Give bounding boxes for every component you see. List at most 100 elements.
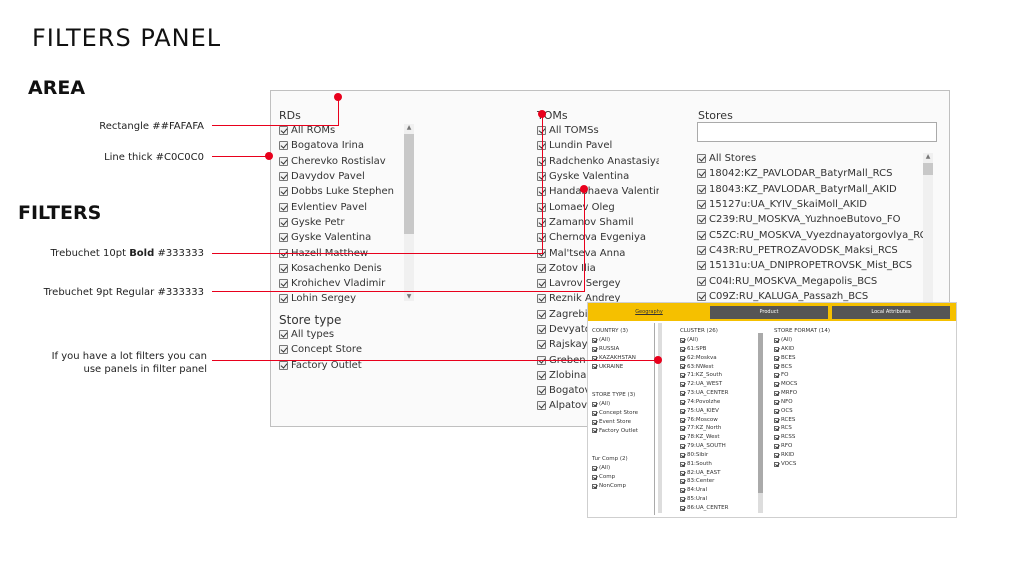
checkbox[interactable] <box>680 417 685 423</box>
checkbox[interactable] <box>697 230 706 240</box>
checkbox[interactable] <box>774 408 779 414</box>
checkbox[interactable] <box>774 355 779 361</box>
list-item[interactable]: C5ZC:RU_MOSKVA_Vyezdnayatorgovlya_RCES <box>697 227 927 242</box>
checkbox[interactable] <box>774 426 779 432</box>
checkbox[interactable] <box>680 408 685 414</box>
list-item[interactable]: (All) <box>592 464 626 473</box>
list-item[interactable]: Gyske Petr <box>279 215 399 230</box>
checkbox[interactable] <box>680 364 685 370</box>
checkbox[interactable] <box>774 444 779 450</box>
list-item[interactable]: RCSS <box>774 433 797 442</box>
checkbox[interactable] <box>279 360 288 370</box>
list-item[interactable]: 81:South <box>680 460 728 469</box>
list-item[interactable]: KAZAKHSTAN <box>592 354 636 363</box>
checkbox[interactable] <box>680 373 685 379</box>
checkbox[interactable] <box>774 346 779 352</box>
checkbox[interactable] <box>592 337 597 343</box>
list-item[interactable]: (All) <box>592 336 636 345</box>
checkbox[interactable] <box>680 435 685 441</box>
checkbox[interactable] <box>279 279 288 289</box>
checkbox[interactable] <box>592 428 597 434</box>
stores-scroll-thumb[interactable] <box>923 163 933 175</box>
list-item[interactable]: Cherevko Rostislav <box>279 154 399 169</box>
checkbox[interactable] <box>592 465 597 471</box>
checkbox[interactable] <box>774 452 779 458</box>
list-item[interactable]: 72:UA_WEST <box>680 380 728 389</box>
checkbox[interactable] <box>592 346 597 352</box>
list-item[interactable]: MOCS <box>774 380 797 389</box>
checkbox[interactable] <box>680 355 685 361</box>
checkbox[interactable] <box>680 505 685 511</box>
list-item[interactable]: Lohin Sergey <box>279 291 399 306</box>
checkbox[interactable] <box>279 263 288 273</box>
list-item[interactable]: BCS <box>774 363 797 372</box>
checkbox[interactable] <box>680 497 685 503</box>
list-item[interactable]: 75:UA_KIEV <box>680 407 728 416</box>
stores-scrollbar[interactable]: ▲ <box>923 153 933 303</box>
list-item[interactable]: Dobbs Luke Stephen <box>279 184 399 199</box>
checkbox[interactable] <box>592 364 597 370</box>
list-item[interactable]: MRFO <box>774 389 797 398</box>
list-item[interactable]: 18043:KZ_PAVLODAR_BatyrMall_AKID <box>697 182 927 197</box>
checkbox[interactable] <box>774 337 779 343</box>
list-item[interactable]: Gyske Valentina <box>279 230 399 245</box>
cluster-scrollbar[interactable] <box>758 333 763 513</box>
overlay-scrollbar-1[interactable] <box>658 323 662 513</box>
list-item[interactable]: RUSSIA <box>592 345 636 354</box>
list-item[interactable]: AKID <box>774 345 797 354</box>
list-item[interactable]: 86:UA_CENTER <box>680 504 728 513</box>
checkbox[interactable] <box>697 215 706 225</box>
checkbox[interactable] <box>680 337 685 343</box>
scroll-down-icon[interactable]: ▼ <box>404 293 414 301</box>
checkbox[interactable] <box>697 200 706 210</box>
list-item[interactable]: BCES <box>774 354 797 363</box>
list-item[interactable]: (All) <box>592 400 638 409</box>
list-item[interactable]: 63:NWest <box>680 363 728 372</box>
checkbox[interactable] <box>680 461 685 467</box>
list-item[interactable]: RCS <box>774 424 797 433</box>
list-item[interactable]: RKID <box>774 451 797 460</box>
list-item[interactable]: 76:Moscow <box>680 416 728 425</box>
checkbox[interactable] <box>279 345 288 355</box>
checkbox[interactable] <box>279 156 288 166</box>
checkbox[interactable] <box>774 373 779 379</box>
checkbox[interactable] <box>592 474 597 480</box>
list-item[interactable]: NFO <box>774 398 797 407</box>
checkbox[interactable] <box>697 169 706 179</box>
stores-scroll-up-icon[interactable]: ▲ <box>923 153 933 161</box>
list-item[interactable]: 84:Ural <box>680 486 728 495</box>
checkbox[interactable] <box>279 202 288 212</box>
list-item[interactable]: Concept Store <box>592 409 638 418</box>
list-item[interactable]: C04I:RU_MOSKVA_Megapolis_BCS <box>697 273 927 288</box>
list-item[interactable]: (All) <box>774 336 797 345</box>
list-item[interactable]: All types <box>279 327 399 342</box>
checkbox[interactable] <box>537 325 546 334</box>
list-item[interactable]: Kosachenko Denis <box>279 261 399 276</box>
checkbox[interactable] <box>279 187 288 197</box>
checkbox[interactable] <box>680 390 685 396</box>
checkbox[interactable] <box>774 417 779 423</box>
list-item[interactable]: RFO <box>774 442 797 451</box>
cluster-scroll-thumb[interactable] <box>758 333 763 493</box>
list-item[interactable]: Bogatova Irina <box>279 138 399 153</box>
list-item[interactable]: All TOMSs <box>537 123 659 138</box>
tab-geography[interactable]: Geography <box>592 306 706 319</box>
checkbox[interactable] <box>279 233 288 243</box>
list-item[interactable]: Krohichev Vladimir <box>279 276 399 291</box>
checkbox[interactable] <box>680 346 685 352</box>
list-item[interactable]: NonComp <box>592 482 626 491</box>
list-item[interactable]: Lomaev Oleg <box>537 199 659 214</box>
checkbox[interactable] <box>592 410 597 416</box>
list-item[interactable]: Gyske Valentina <box>537 169 659 184</box>
list-item[interactable]: OCS <box>774 407 797 416</box>
list-item[interactable]: Comp <box>592 473 626 482</box>
list-item[interactable]: Radchenko Anastasiya <box>537 154 659 169</box>
list-item[interactable]: VOCS <box>774 460 797 469</box>
list-item[interactable]: Davydov Pavel <box>279 169 399 184</box>
checkbox[interactable] <box>697 245 706 255</box>
list-item[interactable]: Concept Store <box>279 342 399 357</box>
list-item[interactable]: Evlentiev Pavel <box>279 199 399 214</box>
list-item[interactable]: 79:UA_SOUTH <box>680 442 728 451</box>
checkbox[interactable] <box>537 263 546 273</box>
checkbox[interactable] <box>680 426 685 432</box>
